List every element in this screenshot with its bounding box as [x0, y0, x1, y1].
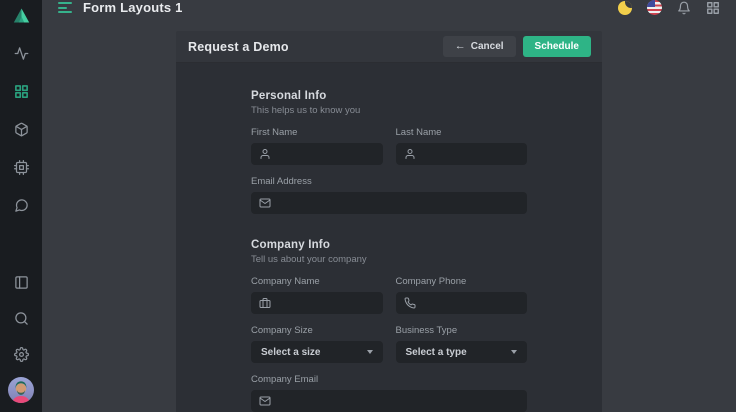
language-selector[interactable] — [647, 0, 662, 15]
schedule-button[interactable]: Schedule — [523, 36, 591, 57]
phone-icon — [404, 297, 416, 309]
email-address-text-input[interactable] — [277, 192, 519, 214]
company-email-text-input[interactable] — [277, 390, 519, 412]
field-business-type: Business Type Select a type — [396, 325, 528, 363]
grid-icon — [14, 84, 29, 99]
company-phone-label: Company Phone — [396, 276, 528, 287]
company-phone-text-input[interactable] — [422, 292, 520, 314]
top-header: Form Layouts 1 — [42, 0, 736, 15]
company-size-select[interactable]: Select a size — [251, 341, 383, 363]
notifications-button[interactable] — [677, 1, 691, 15]
first-name-label: First Name — [251, 127, 383, 138]
card-title: Request a Demo — [188, 40, 289, 54]
content-area: Request a Demo ← Cancel Schedule — [42, 15, 736, 412]
chevron-down-icon — [367, 350, 373, 354]
person-icon — [404, 148, 416, 160]
card-header-actions: ← Cancel Schedule — [443, 36, 591, 57]
cpu-icon — [14, 160, 29, 175]
field-last-name: Last Name — [396, 127, 528, 165]
triangle-logo-icon — [13, 8, 30, 23]
field-email-address: Email Address — [251, 176, 527, 214]
section-company-info: Company Info Tell us about your company … — [251, 239, 527, 412]
cube-icon — [14, 122, 29, 137]
apps-grid-icon — [706, 1, 720, 15]
search-icon — [14, 311, 29, 326]
field-company-email: Company Email — [251, 374, 527, 412]
email-address-input[interactable] — [251, 192, 527, 214]
user-avatar[interactable] — [8, 377, 34, 403]
business-type-selected-value: Select a type — [406, 347, 467, 358]
sidebar-item-settings[interactable] — [0, 336, 42, 372]
cancel-button[interactable]: ← Cancel — [443, 36, 516, 57]
back-arrow-icon: ← — [455, 41, 466, 52]
briefcase-icon — [259, 297, 271, 309]
company-name-text-input[interactable] — [277, 292, 375, 314]
company-fields: Company Name Company Phone — [251, 265, 527, 412]
first-name-input[interactable] — [251, 143, 383, 165]
section-personal-info: Personal Info This helps us to know you … — [251, 90, 527, 214]
gear-icon — [14, 347, 29, 362]
chat-bubble-icon — [14, 198, 29, 213]
field-company-size: Company Size Select a size — [251, 325, 383, 363]
avatar-illustration — [8, 377, 34, 403]
card-header: Request a Demo ← Cancel Schedule — [176, 31, 602, 63]
sidebar-item-panel-toggle[interactable] — [0, 264, 42, 300]
cancel-button-label: Cancel — [471, 41, 504, 52]
last-name-text-input[interactable] — [422, 143, 520, 165]
theme-moon-icon — [618, 1, 632, 15]
header-actions — [618, 0, 720, 15]
sidebar-item-activity[interactable] — [0, 34, 42, 72]
request-demo-card: Request a Demo ← Cancel Schedule — [176, 31, 602, 412]
field-company-name: Company Name — [251, 276, 383, 314]
personal-fields: First Name Last Name — [251, 116, 527, 214]
sidebar-item-layouts[interactable] — [0, 72, 42, 110]
business-type-label: Business Type — [396, 325, 528, 336]
app-root: Form Layouts 1 Request a Demo — [0, 0, 736, 412]
activity-icon — [14, 46, 29, 61]
company-email-label: Company Email — [251, 374, 527, 385]
person-icon — [259, 148, 271, 160]
chevron-down-icon — [511, 350, 517, 354]
sidebar-nav — [0, 34, 42, 224]
company-email-input[interactable] — [251, 390, 527, 412]
sidebar-panel-icon — [14, 275, 29, 290]
company-size-label: Company Size — [251, 325, 383, 336]
last-name-label: Last Name — [396, 127, 528, 138]
company-name-input[interactable] — [251, 292, 383, 314]
envelope-icon — [259, 395, 271, 407]
sidebar-item-devices[interactable] — [0, 148, 42, 186]
company-phone-input[interactable] — [396, 292, 528, 314]
company-size-selected-value: Select a size — [261, 347, 320, 358]
sidebar-item-components[interactable] — [0, 110, 42, 148]
sidebar-bottom-nav — [0, 264, 42, 412]
apps-menu-button[interactable] — [706, 1, 720, 15]
section-heading: Personal Info — [251, 90, 527, 102]
language-us-flag-icon — [647, 0, 662, 15]
app-logo[interactable] — [0, 0, 42, 30]
theme-toggle-button[interactable] — [618, 1, 632, 15]
sidebar-item-chat[interactable] — [0, 186, 42, 224]
menu-icon[interactable] — [56, 0, 74, 15]
first-name-text-input[interactable] — [277, 143, 375, 165]
business-type-select[interactable]: Select a type — [396, 341, 528, 363]
card-body: Personal Info This helps us to know you … — [176, 63, 602, 412]
schedule-button-label: Schedule — [535, 41, 579, 52]
email-address-label: Email Address — [251, 176, 527, 187]
page-title: Form Layouts 1 — [83, 0, 183, 15]
section-subheading: Tell us about your company — [251, 254, 527, 265]
company-name-label: Company Name — [251, 276, 383, 287]
notifications-bell-icon — [677, 1, 691, 15]
field-company-phone: Company Phone — [396, 276, 528, 314]
section-heading: Company Info — [251, 239, 527, 251]
sidebar-item-search[interactable] — [0, 300, 42, 336]
field-first-name: First Name — [251, 127, 383, 165]
section-subheading: This helps us to know you — [251, 105, 527, 116]
last-name-input[interactable] — [396, 143, 528, 165]
sidebar — [0, 0, 42, 412]
envelope-icon — [259, 197, 271, 209]
main-column: Form Layouts 1 Request a Demo — [42, 0, 736, 412]
